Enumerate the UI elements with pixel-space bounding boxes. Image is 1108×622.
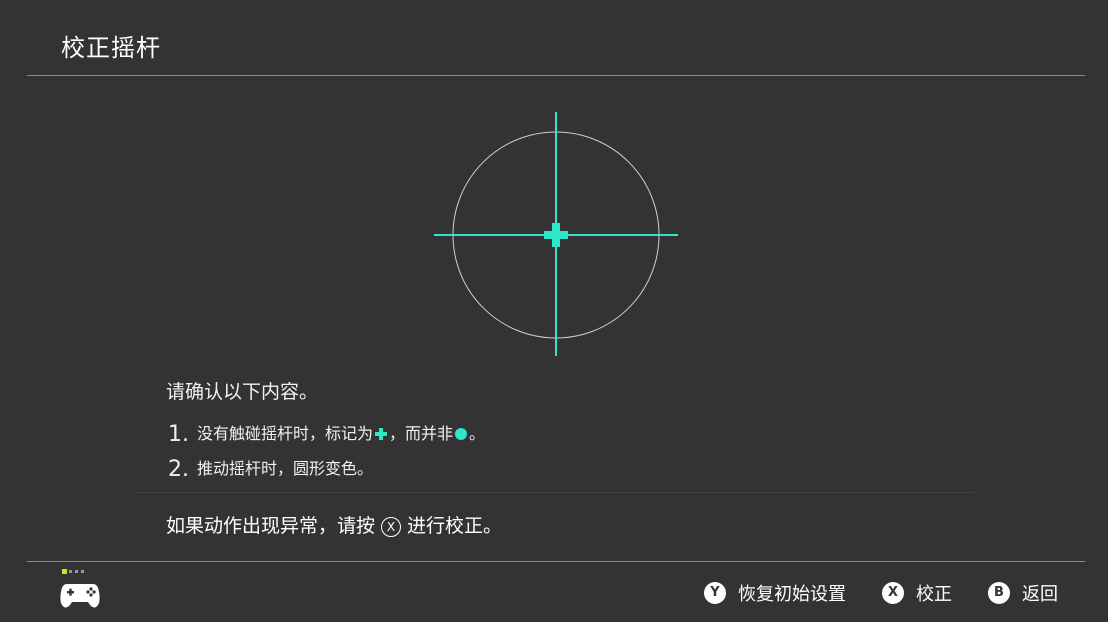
x-button-icon: X [381, 517, 402, 537]
back-button[interactable]: B 返回 [988, 580, 1058, 606]
header-divider [27, 75, 1085, 76]
back-label: 返回 [1022, 584, 1058, 605]
calibrate-label: 校正 [916, 584, 952, 605]
step-text: ，而并非 [389, 424, 454, 443]
note-text: 进行校正。 [407, 515, 503, 537]
footer-actions: Y 恢复初始设置 X 校正 B 返回 [704, 580, 1058, 606]
dot-marker-icon [455, 428, 468, 440]
calibration-note: 如果动作出现异常，请按 X 进行校正。 [166, 511, 502, 538]
reset-default-button[interactable]: Y 恢复初始设置 [704, 580, 846, 606]
step-number: 1. [168, 422, 189, 447]
instruction-step-2: 2. 推动摇杆时，圆形变色。 [168, 455, 373, 482]
step-text: 推动摇杆时，圆形变色。 [197, 459, 374, 478]
controller-icon [60, 569, 100, 608]
calibrate-button[interactable]: X 校正 [882, 580, 952, 606]
footer-divider [27, 561, 1085, 562]
step-text: 没有触碰摇杆时，标记为 [197, 424, 374, 443]
y-button-icon: Y [704, 582, 726, 604]
confirm-title: 请确认以下内容。 [166, 381, 319, 403]
note-text: 如果动作出现异常，请按 [166, 515, 376, 537]
stick-calibration-visual [434, 112, 678, 356]
section-divider [135, 492, 975, 493]
x-button-icon: X [882, 582, 904, 604]
instruction-step-1: 1. 没有触碰摇杆时，标记为 ，而并非。 [168, 420, 485, 447]
b-button-icon: B [988, 582, 1010, 604]
page-title: 校正摇杆 [61, 34, 161, 62]
plus-marker-icon [375, 428, 388, 440]
step-number: 2. [168, 457, 189, 482]
step-text: 。 [469, 424, 486, 443]
reset-default-label: 恢复初始设置 [738, 584, 846, 605]
